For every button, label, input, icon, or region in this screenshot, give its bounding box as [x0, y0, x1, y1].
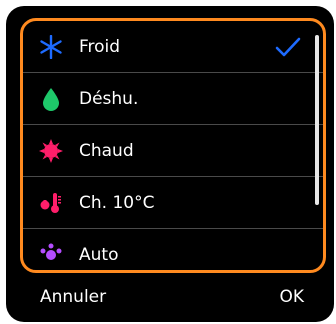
- dialog-actions: Annuler OK: [6, 276, 334, 322]
- item-label: Déshu.: [79, 89, 139, 109]
- droplet-icon: [43, 88, 59, 111]
- sun-icon: [39, 139, 63, 163]
- list-item-froid[interactable]: Froid: [23, 21, 323, 73]
- thermometer-snowflake-icon: [40, 193, 61, 213]
- mode-selection-dialog: Froid Déshu. Chaud Ch. 10°C Auto Annuler…: [6, 6, 334, 322]
- item-label: Froid: [79, 37, 121, 57]
- list-item-chaud[interactable]: Chaud: [23, 125, 323, 177]
- item-label: Auto: [79, 245, 119, 265]
- cancel-button[interactable]: Annuler: [34, 283, 112, 311]
- list-item-auto[interactable]: Auto: [23, 229, 323, 270]
- list-item-deshu[interactable]: Déshu.: [23, 73, 323, 125]
- item-label: Ch. 10°C: [79, 193, 155, 213]
- list-item-ch-10c[interactable]: Ch. 10°C: [23, 177, 323, 229]
- item-label: Chaud: [79, 141, 134, 161]
- snowflake-icon: [40, 35, 62, 59]
- auto-mode-icon: [40, 243, 62, 260]
- check-icon: [275, 37, 301, 57]
- mode-list[interactable]: Froid Déshu. Chaud Ch. 10°C Auto: [20, 18, 326, 273]
- list-scrollbar[interactable]: [315, 35, 319, 205]
- ok-button[interactable]: OK: [273, 283, 310, 311]
